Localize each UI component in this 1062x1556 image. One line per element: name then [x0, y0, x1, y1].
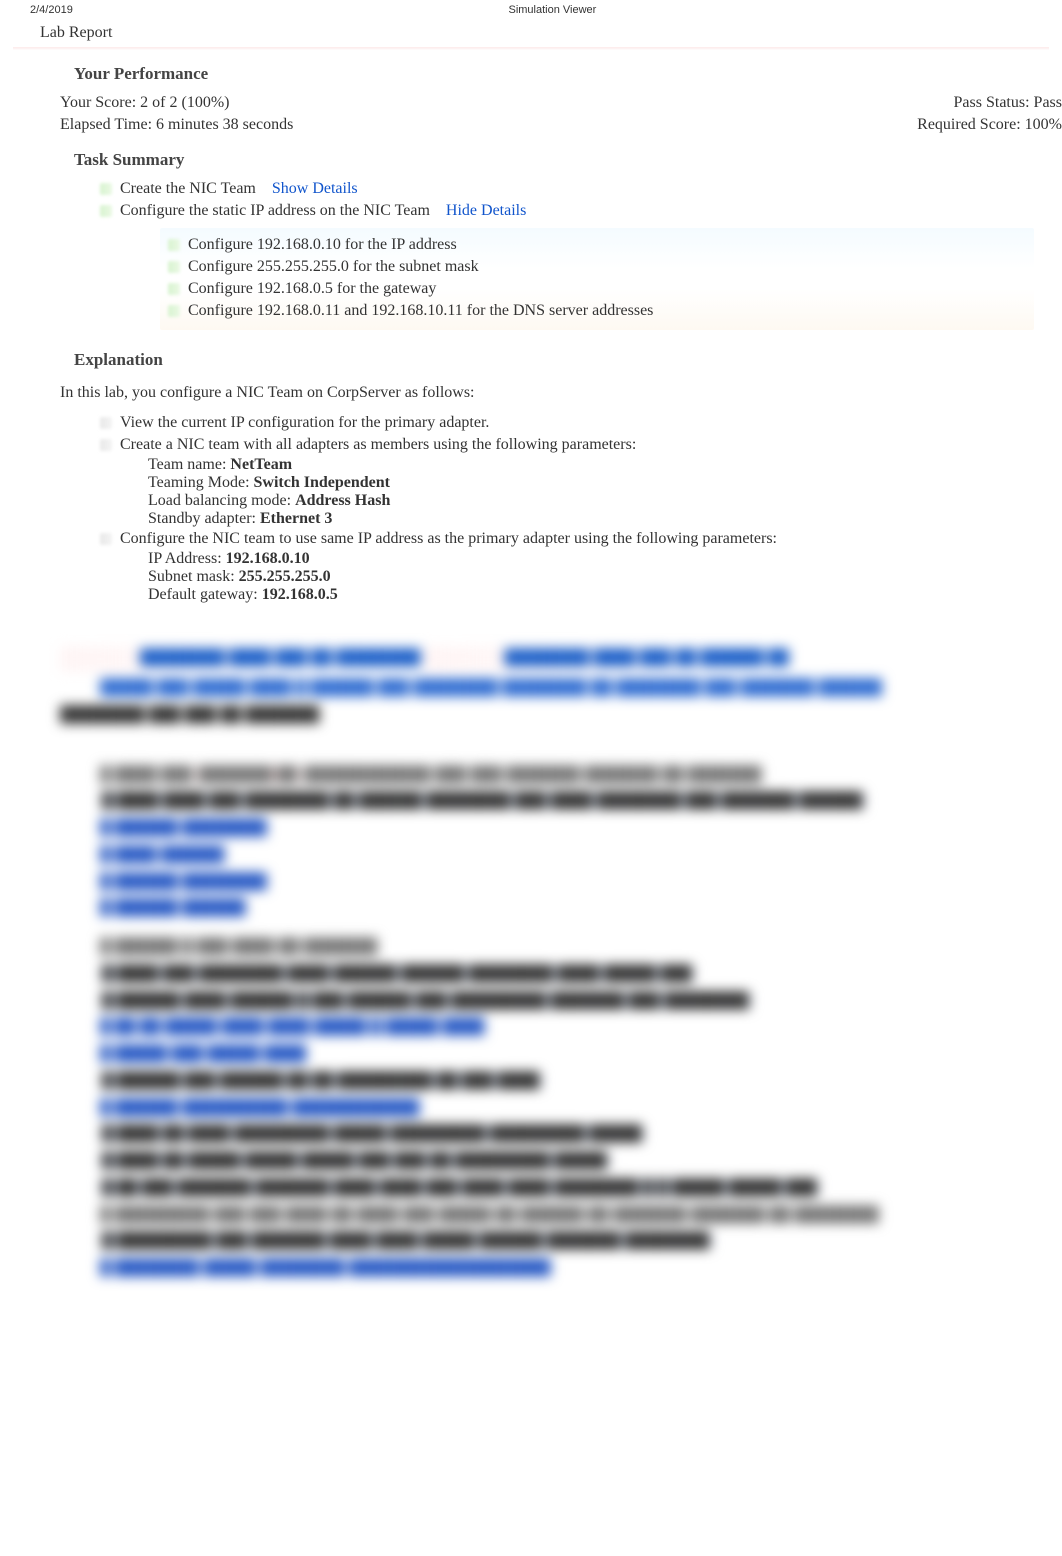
obscured-steps: █ ████ ███ ███████ ██ ████████████ ███ █…: [0, 751, 1062, 1303]
detail-row: Configure 192.168.0.11 and 192.168.10.11…: [168, 300, 1026, 322]
page-app-title: Simulation Viewer: [73, 4, 1032, 16]
detail-text: Configure 192.168.0.5 for the gateway: [188, 280, 436, 298]
detail-row: Configure 192.168.0.10 for the IP addres…: [168, 234, 1026, 256]
elapsed-label: Elapsed Time:: [60, 116, 156, 133]
standby-label: Standby adapter:: [148, 510, 260, 527]
bullet-icon: [100, 533, 112, 545]
report-body: Your Performance Your Score: 2 of 2 (100…: [0, 50, 1062, 604]
explanation-text: Create a NIC team with all adapters as m…: [120, 436, 636, 454]
required-value: 100%: [1025, 116, 1062, 133]
explanation-subitem: Team name: NetTeam: [60, 456, 1062, 474]
report-title: Lab Report: [0, 18, 1062, 43]
mask-value: 255.255.255.0: [239, 568, 331, 585]
ip-value: 192.168.0.10: [226, 550, 310, 567]
check-icon: [100, 205, 112, 217]
required-label: Required Score:: [917, 116, 1025, 133]
lb-mode-label: Load balancing mode:: [148, 492, 295, 509]
performance-heading: Your Performance: [60, 50, 1062, 92]
check-icon: [168, 261, 180, 273]
mask-label: Subnet mask:: [148, 568, 239, 585]
explanation-subitem: IP Address: 192.168.0.10: [60, 550, 1062, 568]
gw-value: 192.168.0.5: [262, 586, 338, 603]
elapsed-value: 6 minutes 38 seconds: [156, 116, 293, 133]
explanation-text: View the current IP configuration for th…: [120, 414, 489, 432]
detail-row: Configure 192.168.0.5 for the gateway: [168, 278, 1026, 300]
score-row: Your Score: 2 of 2 (100%) Pass Status: P…: [60, 92, 1062, 114]
team-name-label: Team name:: [148, 456, 230, 473]
page-date: 2/4/2019: [30, 4, 73, 16]
detail-row: Configure 255.255.255.0 for the subnet m…: [168, 256, 1026, 278]
detail-text: Configure 192.168.0.11 and 192.168.10.11…: [188, 302, 653, 320]
task-label: Configure the static IP address on the N…: [120, 202, 430, 220]
explanation-item: Configure the NIC team to use same IP ad…: [60, 528, 1062, 550]
pass-status-label: Pass Status:: [954, 94, 1034, 111]
hide-details-link[interactable]: Hide Details: [446, 202, 526, 220]
explanation-item: View the current IP configuration for th…: [60, 412, 1062, 434]
explanation-subitem: Load balancing mode: Address Hash: [60, 492, 1062, 510]
explanation-subitem: Standby adapter: Ethernet 3: [60, 510, 1062, 528]
check-icon: [100, 183, 112, 195]
pass-status-value: Pass: [1034, 94, 1062, 111]
bullet-icon: [100, 439, 112, 451]
gw-label: Default gateway:: [148, 586, 262, 603]
explanation-text: Configure the NIC team to use same IP ad…: [120, 530, 777, 548]
explanation-subitem: Default gateway: 192.168.0.5: [60, 586, 1062, 604]
score-label: Your Score:: [60, 94, 140, 111]
teaming-mode-value: Switch Independent: [254, 474, 390, 491]
explanation-item: Create a NIC team with all adapters as m…: [60, 434, 1062, 456]
check-icon: [168, 283, 180, 295]
ip-label: IP Address:: [148, 550, 226, 567]
page-meta-header: 2/4/2019 Simulation Viewer: [0, 0, 1062, 18]
task-item: Create the NIC Team Show Details: [60, 178, 1062, 200]
time-row: Elapsed Time: 6 minutes 38 seconds Requi…: [60, 114, 1062, 136]
show-details-link[interactable]: Show Details: [272, 180, 358, 198]
check-icon: [168, 239, 180, 251]
obscured-content: ████████ ████ ███ ██ ████████ ████████ █…: [0, 604, 1062, 751]
team-name-value: NetTeam: [230, 456, 292, 473]
detail-text: Configure 192.168.0.10 for the IP addres…: [188, 236, 457, 254]
task-label: Create the NIC Team: [120, 180, 256, 198]
task-item: Configure the static IP address on the N…: [60, 200, 1062, 222]
task-summary-heading: Task Summary: [60, 136, 1062, 178]
teaming-mode-label: Teaming Mode:: [148, 474, 254, 491]
lb-mode-value: Address Hash: [295, 492, 390, 509]
check-icon: [168, 305, 180, 317]
explanation-subitem: Teaming Mode: Switch Independent: [60, 474, 1062, 492]
score-value: 2 of 2 (100%): [140, 94, 229, 111]
standby-value: Ethernet 3: [260, 510, 332, 527]
explanation-intro: In this lab, you configure a NIC Team on…: [60, 378, 1062, 412]
explanation-subitem: Subnet mask: 255.255.255.0: [60, 568, 1062, 586]
task-details-box: Configure 192.168.0.10 for the IP addres…: [160, 228, 1034, 330]
bullet-icon: [100, 417, 112, 429]
explanation-heading: Explanation: [60, 336, 1062, 378]
detail-text: Configure 255.255.255.0 for the subnet m…: [188, 258, 479, 276]
